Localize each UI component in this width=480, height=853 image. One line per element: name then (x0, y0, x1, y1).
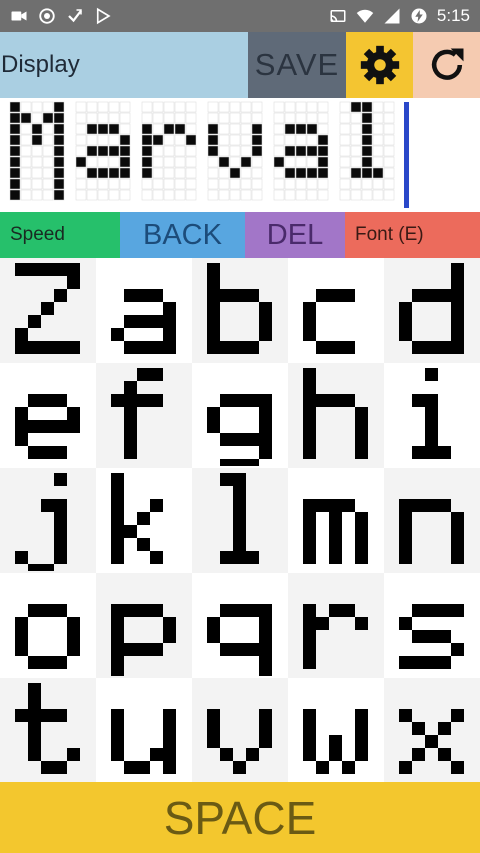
display-char-v (207, 101, 263, 201)
save-label: SAVE (254, 47, 340, 82)
key-e[interactable] (0, 363, 96, 468)
key-glyph-p (111, 603, 176, 676)
key-glyph-f (111, 367, 163, 459)
download-icon (68, 9, 82, 23)
video-icon (11, 11, 27, 21)
key-glyph-i (412, 367, 451, 459)
letter-keyboard (0, 258, 480, 783)
record-icon (39, 8, 55, 24)
signal-icon (384, 8, 400, 24)
display-char-M (9, 101, 65, 201)
key-l[interactable] (192, 468, 288, 573)
display-char-a (273, 101, 329, 201)
key-x[interactable] (384, 678, 480, 783)
del-label: DEL (266, 218, 324, 251)
play-store-icon (96, 7, 111, 25)
space-button[interactable]: SPACE (0, 782, 480, 853)
key-glyph-s (399, 603, 464, 669)
key-glyph-d (399, 262, 464, 354)
display-char-a (75, 101, 131, 201)
key-glyph-b (207, 262, 272, 354)
key-u[interactable] (96, 678, 192, 783)
display-char-r (141, 101, 197, 201)
key-j[interactable] (0, 468, 96, 573)
top-toolbar: Display SAVE (0, 32, 480, 98)
settings-button[interactable] (346, 32, 413, 98)
led-display (0, 98, 480, 212)
cast-icon (330, 10, 346, 22)
key-i[interactable] (384, 363, 480, 468)
font-button[interactable]: Font (E) (345, 212, 480, 258)
display-label: Display (1, 51, 80, 78)
display-text-matrix (9, 101, 395, 201)
key-glyph-u (111, 708, 176, 774)
wifi-icon (356, 9, 374, 23)
gear-icon (360, 45, 399, 85)
key-w[interactable] (288, 678, 384, 783)
battery-charging-icon (411, 8, 427, 24)
key-glyph-q (207, 603, 272, 676)
key-t[interactable] (0, 678, 96, 783)
refresh-icon (431, 48, 463, 80)
key-glyph-m (303, 498, 368, 564)
display-label-cell: Display (0, 32, 248, 98)
key-glyph-r (303, 603, 368, 669)
key-q[interactable] (192, 573, 288, 678)
key-o[interactable] (0, 573, 96, 678)
key-glyph-x (399, 708, 464, 774)
display-char-l (339, 101, 395, 201)
key-n[interactable] (384, 468, 480, 573)
key-glyph-w (303, 708, 368, 774)
delete-button[interactable]: DEL (245, 212, 345, 258)
font-label: Font (E) (355, 224, 424, 245)
key-glyph-o (15, 603, 80, 669)
back-button[interactable]: BACK (120, 212, 245, 258)
key-glyph-g (207, 393, 272, 466)
key-v[interactable] (192, 678, 288, 783)
key-glyph-v (207, 708, 272, 774)
refresh-button[interactable] (413, 32, 480, 98)
key-glyph-k (111, 472, 163, 564)
key-glyph-h (303, 367, 368, 459)
save-button[interactable]: SAVE (248, 32, 346, 98)
key-Z[interactable] (0, 258, 96, 363)
key-d[interactable] (384, 258, 480, 363)
key-glyph-l (220, 472, 259, 564)
back-label: BACK (143, 218, 222, 251)
key-glyph-Z (15, 262, 80, 354)
text-cursor (404, 102, 409, 208)
key-h[interactable] (288, 363, 384, 468)
key-glyph-e (15, 393, 80, 459)
key-k[interactable] (96, 468, 192, 573)
key-p[interactable] (96, 573, 192, 678)
key-glyph-n (399, 498, 464, 564)
key-c[interactable] (288, 258, 384, 363)
space-label: SPACE (163, 791, 317, 844)
key-glyph-a (111, 288, 176, 354)
key-glyph-t (15, 682, 80, 774)
key-f[interactable] (96, 363, 192, 468)
key-glyph-j (15, 472, 67, 571)
key-g[interactable] (192, 363, 288, 468)
key-s[interactable] (384, 573, 480, 678)
key-glyph-c (303, 288, 355, 354)
speed-label: Speed (10, 224, 65, 245)
key-m[interactable] (288, 468, 384, 573)
status-bar: 5:15 (0, 0, 480, 32)
key-b[interactable] (192, 258, 288, 363)
speed-button[interactable]: Speed (0, 212, 120, 258)
status-time: 5:15 (436, 6, 470, 25)
control-row: Speed BACK DEL Font (E) (0, 212, 480, 258)
key-r[interactable] (288, 573, 384, 678)
key-a[interactable] (96, 258, 192, 363)
